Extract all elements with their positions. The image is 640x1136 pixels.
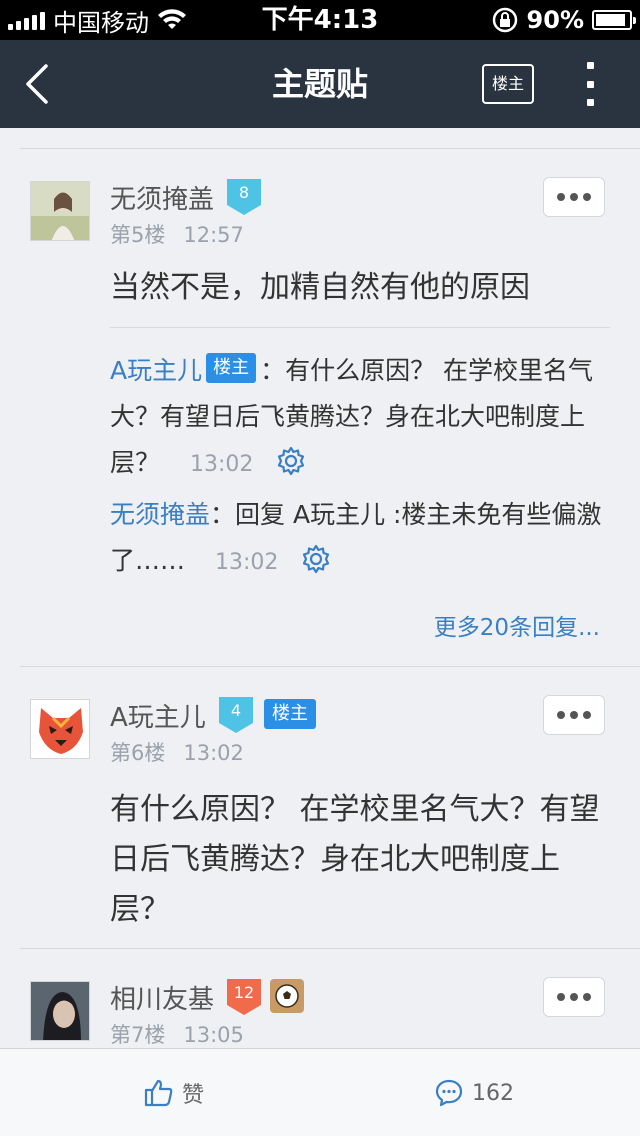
owner-only-button[interactable]: 楼主 [482, 64, 534, 104]
post-author[interactable]: 相川友基 [110, 979, 214, 1016]
post-menu-button[interactable] [543, 177, 605, 217]
post-meta: 第7楼 13:05 [110, 1019, 244, 1048]
post-time: 12:57 [183, 223, 244, 247]
thumbs-up-icon [144, 1079, 173, 1107]
floor-number: 第5楼 [110, 223, 166, 247]
reply-author[interactable]: A玩主儿 [110, 356, 202, 385]
divider [20, 148, 640, 149]
level-badge: 4 [219, 697, 253, 733]
post-time: 13:02 [183, 741, 244, 765]
divider [20, 948, 640, 949]
reply-item[interactable]: 无须掩盖：回复 A玩主儿 :楼主未免有些偏激了…… 13:02 [110, 492, 610, 586]
avatar[interactable] [30, 181, 90, 241]
level-badge: 12 [227, 979, 261, 1015]
owner-tag: 楼主 [264, 699, 316, 729]
nav-bar: 主题贴 楼主 [0, 40, 640, 128]
comment-button[interactable]: 162 [434, 1049, 514, 1136]
post-menu-button[interactable] [543, 977, 605, 1017]
floor-number: 第7楼 [110, 1023, 166, 1047]
like-label: 赞 [182, 1083, 205, 1108]
post-content: 有什么原因？ 在学校里名气大？有望日后飞黄腾达？身在北大吧制度上层？ [110, 792, 600, 927]
comment-bubble-icon [435, 1079, 463, 1107]
rotation-lock-icon [492, 7, 517, 33]
reply-time: 13:02 [190, 452, 254, 477]
reply-divider [110, 327, 610, 328]
more-replies-link[interactable]: 更多20条回复... [434, 608, 600, 642]
page-title: 主题贴 [271, 65, 368, 103]
level-badge: 8 [227, 179, 261, 215]
avatar[interactable] [30, 981, 90, 1041]
avatar[interactable] [30, 699, 90, 759]
floor-number: 第6楼 [110, 741, 166, 765]
like-button[interactable]: 赞 [144, 1049, 204, 1136]
comment-count: 162 [472, 1080, 514, 1106]
reply-time: 13:02 [215, 550, 279, 575]
battery-percent: 90% [526, 6, 584, 34]
owner-tag: 楼主 [206, 353, 257, 383]
post-author[interactable]: 无须掩盖 [110, 179, 214, 216]
gear-icon[interactable] [275, 445, 307, 477]
football-medal-icon [270, 979, 304, 1013]
post-author[interactable]: A玩主儿 [110, 697, 206, 734]
post-meta: 第6楼 13:02 [110, 737, 244, 767]
post-meta: 第5楼 12:57 [110, 219, 244, 249]
post-menu-button[interactable] [543, 695, 605, 735]
bottom-toolbar: 赞 162 [0, 1048, 640, 1136]
divider [20, 666, 640, 667]
battery-icon [592, 10, 636, 30]
post-list: 无须掩盖 8 第5楼 12:57 当然不是，加精自然有他的原因 A玩主儿 楼主 ：有什… [0, 128, 640, 1048]
back-arrow-icon[interactable] [22, 64, 62, 104]
post-content: 当然不是，加精自然有他的原因 [110, 270, 530, 305]
more-options-icon[interactable] [576, 62, 604, 106]
reply-item[interactable]: A玩主儿 楼主 ：有什么原因？ 在学校里名气大？有望日后飞黄腾达？身在北大吧制度上层… [110, 348, 610, 488]
reply-author[interactable]: 无须掩盖 [110, 500, 210, 529]
gear-icon[interactable] [300, 543, 332, 575]
post-time: 13:05 [183, 1023, 244, 1047]
status-bar: 中国移动 下午4:13 90% [0, 0, 640, 40]
